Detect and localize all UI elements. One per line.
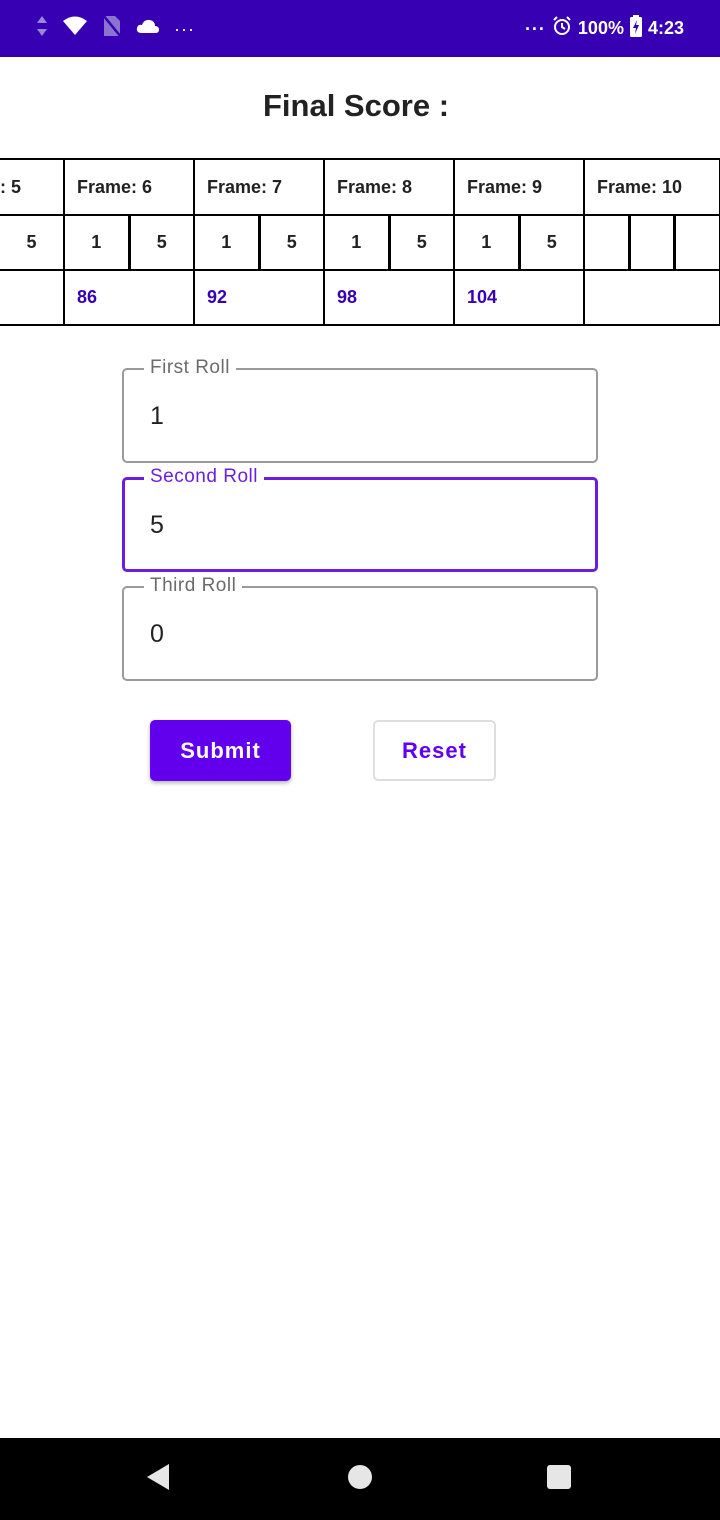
frame-10: Frame: 10 (585, 158, 720, 326)
second-roll-label: Second Roll (144, 466, 264, 488)
frame-7: Frame: 7 1 5 92 (195, 158, 325, 326)
frame-label: Frame: 5 (0, 160, 63, 216)
frame-rolls: 1 5 (325, 216, 453, 271)
status-bar-right: ··· 100% 4:23 (525, 0, 684, 57)
frame-8: Frame: 8 1 5 98 (325, 158, 455, 326)
battery-percent: 100% (577, 18, 624, 38)
frame-5: Frame: 5 1 5 (0, 158, 65, 326)
first-roll-field[interactable]: First Roll (122, 357, 598, 463)
first-roll-input[interactable] (150, 396, 570, 436)
page-title: Final Score : (262, 88, 450, 123)
frame-6: Frame: 6 1 5 86 (65, 158, 195, 326)
roll-box: 5 (387, 216, 454, 269)
third-roll-input[interactable] (150, 614, 570, 654)
no-sim-icon (102, 14, 122, 43)
status-overflow-left: ··· (174, 18, 195, 39)
frame-score: 98 (337, 287, 358, 307)
roll-box (585, 216, 628, 269)
frame-score (0, 271, 63, 324)
back-icon (145, 1463, 171, 1496)
frame-rolls: 1 5 (455, 216, 583, 271)
clock: 4:23 (647, 18, 684, 38)
cloud-icon (136, 18, 160, 39)
frame-score: 104 (467, 287, 498, 307)
alarm-icon (552, 16, 572, 41)
roll-box: 1 (221, 232, 232, 252)
second-roll-input[interactable] (150, 505, 570, 545)
back-button[interactable] (118, 1438, 198, 1520)
frame-score (585, 271, 719, 324)
frame-score: 86 (77, 287, 98, 307)
roll-box: 5 (517, 216, 584, 269)
roll-box: 5 (127, 216, 194, 269)
frame-label: Frame: 9 (455, 160, 583, 216)
frame-label: Frame: 8 (325, 160, 453, 216)
roll-box: 1 (351, 232, 362, 252)
reset-button[interactable]: Reset (373, 720, 496, 781)
frame-rolls: 1 5 (65, 216, 193, 271)
home-button[interactable] (320, 1438, 400, 1520)
frame-rolls (585, 216, 719, 271)
third-roll-label: Third Roll (144, 575, 243, 597)
battery-charging-icon (629, 15, 642, 42)
submit-button[interactable]: Submit (150, 720, 291, 781)
third-roll-field[interactable]: Third Roll (122, 575, 598, 681)
frame-9: Frame: 9 1 5 104 (455, 158, 585, 326)
data-arrows-icon (36, 15, 48, 42)
recents-icon (546, 1464, 572, 1495)
frame-rolls: 1 5 (195, 216, 323, 271)
roll-box (627, 216, 674, 269)
status-overflow-right: ··· (524, 18, 546, 39)
roll-box (673, 216, 719, 269)
status-bar: ··· ··· 100% 4:23 (0, 0, 720, 57)
roll-box: 5 (0, 216, 63, 269)
second-roll-field[interactable]: Second Roll (122, 466, 598, 572)
recents-button[interactable] (519, 1438, 599, 1520)
navigation-bar (0, 1438, 720, 1520)
roll-box: 5 (257, 216, 324, 269)
scoreboard[interactable]: Frame: 5 1 5 Frame: 6 1 5 86 Frame: 7 1 … (0, 158, 720, 326)
frame-rolls: 1 5 (0, 216, 63, 271)
frame-label: Frame: 7 (195, 160, 323, 216)
frame-label: Frame: 6 (65, 160, 193, 216)
frame-label: Frame: 10 (585, 160, 719, 216)
roll-box: 1 (481, 232, 492, 252)
roll-box: 1 (91, 232, 102, 252)
first-roll-label: First Roll (144, 357, 236, 379)
home-icon (347, 1464, 373, 1495)
wifi-icon (62, 16, 88, 41)
frame-score: 92 (207, 287, 228, 307)
status-bar-left: ··· (36, 0, 195, 57)
